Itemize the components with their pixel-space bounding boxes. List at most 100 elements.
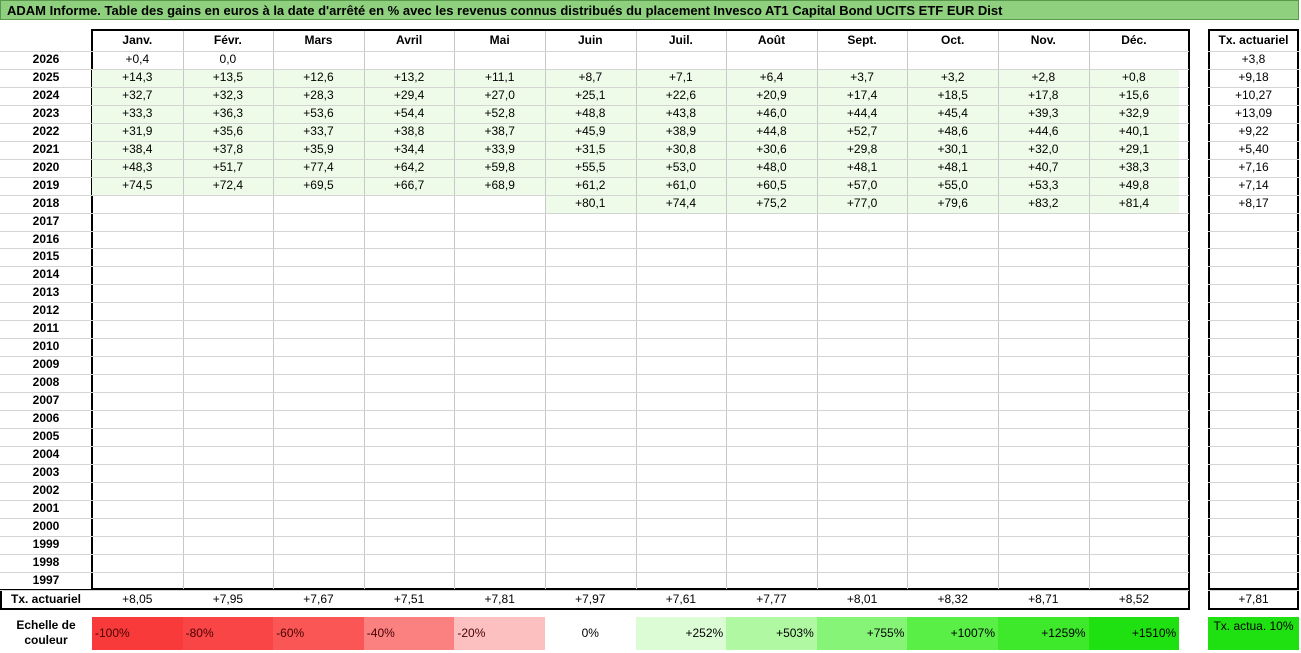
scale-swatch: 0% <box>545 617 636 650</box>
table-cell <box>636 231 727 249</box>
year-label: 2008 <box>32 375 60 390</box>
table-cell: +35,6 <box>212 123 244 138</box>
footer-value: +8,52 <box>1118 592 1150 606</box>
table-cell: +33,3 <box>122 105 153 120</box>
tx-cell: +7,14 <box>1238 177 1269 192</box>
table-cell: +30,1 <box>937 141 968 156</box>
table-cell <box>273 213 364 231</box>
table-cell <box>273 302 364 320</box>
table-cell: +40,1 <box>1118 123 1150 138</box>
year-label: 2019 <box>32 177 60 192</box>
table-cell: +30,6 <box>756 141 787 156</box>
table-cell <box>1089 392 1180 410</box>
table-cell <box>364 572 455 590</box>
table-cell <box>273 536 364 554</box>
tx-cell <box>1208 248 1299 266</box>
table-cell: +27,0 <box>484 87 515 102</box>
table-cell <box>273 392 364 410</box>
table-cell <box>907 284 998 302</box>
tx-cell: +7,16 <box>1238 159 1269 174</box>
table-cell <box>907 266 998 284</box>
footer-value: +7,81 <box>484 592 515 606</box>
year-label: 1998 <box>32 554 60 569</box>
table-cell <box>907 374 998 392</box>
table-cell <box>907 518 998 536</box>
table-cell <box>817 392 908 410</box>
month-header: Janv. <box>122 33 153 47</box>
scale-label: Echelle de couleur <box>16 618 76 647</box>
table-cell <box>364 446 455 464</box>
table-cell: +0,4 <box>125 52 150 66</box>
table-cell <box>907 536 998 554</box>
table-cell: +48,1 <box>937 159 968 174</box>
tx-cell <box>1208 302 1299 320</box>
table-cell: +48,1 <box>846 159 878 174</box>
table-cell <box>92 518 183 536</box>
tx-cell <box>1208 446 1299 464</box>
scale-swatch: -80% <box>182 617 274 650</box>
table-cell <box>183 266 274 284</box>
table-cell <box>636 536 727 554</box>
table-cell <box>92 356 183 374</box>
table-cell <box>636 284 727 302</box>
table-cell <box>273 195 364 213</box>
year-label: 2020 <box>32 159 60 174</box>
table-cell: +38,8 <box>393 123 425 138</box>
table-cell <box>364 231 455 249</box>
table-cell <box>545 338 636 356</box>
table-cell <box>454 248 545 266</box>
table-cell: +49,8 <box>1118 177 1150 192</box>
month-header: Févr. <box>213 33 242 47</box>
table-cell <box>636 374 727 392</box>
year-label: 2001 <box>32 500 60 515</box>
table-cell <box>92 320 183 338</box>
table-cell <box>92 231 183 249</box>
footer-value: +8,01 <box>846 592 878 606</box>
table-cell <box>1089 51 1180 69</box>
table-cell <box>817 284 908 302</box>
table-cell <box>273 410 364 428</box>
scale-swatch: +252% <box>635 617 727 650</box>
table-cell <box>907 231 998 249</box>
table-cell <box>907 248 998 266</box>
table-cell: +32,9 <box>1118 105 1150 120</box>
tx-cell: +9,22 <box>1238 123 1269 138</box>
year-label: 1999 <box>32 536 60 551</box>
table-cell <box>726 446 817 464</box>
table-cell <box>726 518 817 536</box>
table-cell: +32,3 <box>212 87 244 102</box>
table-cell <box>726 284 817 302</box>
table-cell: +52,7 <box>846 123 878 138</box>
table-cell <box>817 500 908 518</box>
table-cell <box>726 572 817 590</box>
table-cell <box>454 554 545 572</box>
tx-cell <box>1208 410 1299 428</box>
table-cell <box>273 51 364 69</box>
table-cell <box>545 51 636 69</box>
tx-header: Tx. actuariel <box>1218 33 1289 47</box>
table-cell <box>183 231 274 249</box>
tx-cell: +8,17 <box>1238 195 1269 210</box>
table-cell <box>998 554 1089 572</box>
table-cell <box>636 320 727 338</box>
footer-value: +7,77 <box>756 592 787 606</box>
table-cell: +44,4 <box>846 105 878 120</box>
table-cell <box>907 320 998 338</box>
table-cell <box>364 356 455 374</box>
month-header: Mai <box>489 33 510 47</box>
table-cell: +12,6 <box>303 69 334 84</box>
scale-tx-swatch: Tx. actua. 10% <box>1208 617 1299 650</box>
month-header: Août <box>757 33 786 47</box>
table-cell <box>1089 428 1180 446</box>
table-cell <box>454 266 545 284</box>
table-cell <box>545 320 636 338</box>
table-cell <box>183 446 274 464</box>
table-cell: +44,6 <box>1028 123 1059 138</box>
table-cell <box>454 302 545 320</box>
table-cell <box>364 500 455 518</box>
year-label: 2018 <box>32 195 60 210</box>
table-cell: +32,7 <box>122 87 153 102</box>
table-cell <box>92 410 183 428</box>
table-cell: 0,0 <box>219 52 237 66</box>
year-label: 2011 <box>32 321 60 336</box>
